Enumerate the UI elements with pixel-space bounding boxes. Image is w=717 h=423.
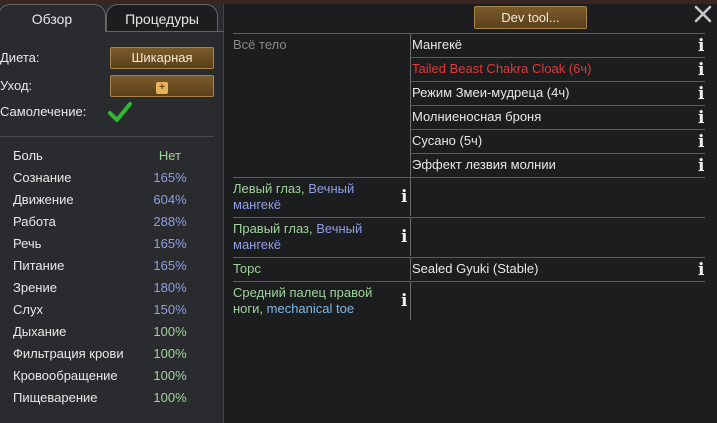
self-treat-label: Самолечение:	[0, 104, 87, 119]
hediff-info-icon[interactable]: i	[698, 62, 704, 79]
left-eye-info-icon[interactable]: i	[401, 189, 407, 206]
capacity-value: 165%	[153, 258, 187, 273]
dev-tool-button[interactable]: Dev tool...	[474, 6, 587, 29]
capacity-value: Нет	[158, 148, 182, 163]
row-divider	[410, 81, 705, 82]
capacity-value: 288%	[153, 214, 187, 229]
capacity-value: 180%	[153, 280, 187, 295]
hediff-info-icon[interactable]: i	[698, 38, 704, 55]
self-treat-checkbox[interactable]	[108, 101, 132, 123]
capacity-name: Сознание	[13, 170, 72, 185]
whole-body-hediff[interactable]: Режим Змеи-мудреца (4ч)	[412, 85, 569, 100]
capacity-value: 100%	[153, 324, 187, 339]
toe-label: Средний палец правой ноги, mechanical to…	[233, 285, 373, 316]
capacity-value: 604%	[153, 192, 187, 207]
column-divider	[410, 282, 411, 320]
capacity-value: 150%	[153, 302, 187, 317]
hediff-info-icon[interactable]: i	[698, 110, 704, 127]
capacity-value: 100%	[153, 346, 187, 361]
capacity-value: 165%	[153, 236, 187, 251]
column-divider	[410, 218, 411, 256]
tab-divider	[106, 31, 224, 32]
care-button[interactable]: +	[110, 75, 214, 97]
row-divider	[410, 57, 705, 58]
section-divider	[0, 136, 214, 137]
whole-body-hediff[interactable]: Tailed Beast Chakra Cloak (6ч)	[412, 61, 591, 76]
column-divider	[410, 34, 411, 178]
torso-label: Торс	[233, 261, 261, 276]
capacity-name: Дыхание	[13, 324, 67, 339]
whole-body-hediff[interactable]: Эффект лезвия молнии	[412, 157, 556, 172]
right-eye-label: Правый глаз, Вечный мангекё	[233, 221, 363, 252]
row-divider	[233, 33, 705, 34]
row-divider	[410, 129, 705, 130]
left-eye-label: Левый глаз, Вечный мангекё	[233, 181, 355, 212]
capacity-name: Движение	[13, 192, 74, 207]
capacity-name: Кровообращение	[13, 368, 118, 383]
row-divider	[233, 177, 705, 178]
care-icon: +	[156, 82, 168, 94]
capacity-name: Слух	[13, 302, 43, 317]
capacity-name: Питание	[13, 258, 65, 273]
close-icon[interactable]	[693, 4, 713, 24]
column-divider	[410, 258, 411, 280]
row-divider	[233, 281, 705, 282]
care-label: Уход:	[0, 78, 33, 93]
capacity-name: Фильтрация крови	[13, 346, 124, 361]
tab-operations[interactable]: Процедуры	[106, 4, 218, 32]
capacity-value: 100%	[153, 390, 187, 405]
capacity-name: Боль	[13, 148, 43, 163]
capacity-name: Работа	[13, 214, 56, 229]
whole-body-hediff[interactable]: Мангекё	[412, 37, 462, 52]
torso-hediff[interactable]: Sealed Gyuki (Stable)	[412, 261, 538, 276]
whole-body-label: Всё тело	[233, 37, 287, 52]
row-divider	[233, 257, 705, 258]
whole-body-hediff[interactable]: Сусано (5ч)	[412, 133, 482, 148]
right-eye-info-icon[interactable]: i	[401, 229, 407, 246]
tab-overview[interactable]: Обзор	[0, 4, 106, 32]
row-divider	[410, 153, 705, 154]
torso-info-icon[interactable]: i	[698, 262, 704, 279]
capacity-value: 165%	[153, 170, 187, 185]
row-divider	[410, 105, 705, 106]
capacity-value: 100%	[153, 368, 187, 383]
row-divider	[233, 217, 705, 218]
diet-label: Диета:	[0, 50, 40, 65]
hediff-info-icon[interactable]: i	[698, 86, 704, 103]
diet-select-button[interactable]: Шикарная	[110, 47, 214, 69]
capacity-name: Зрение	[13, 280, 57, 295]
hediff-info-icon[interactable]: i	[698, 158, 704, 175]
hediff-info-icon[interactable]: i	[698, 134, 704, 151]
overview-panel: Обзор Процедуры Диета: Шикарная Уход: + …	[0, 4, 224, 423]
capacity-name: Пищеварение	[13, 390, 98, 405]
whole-body-hediff[interactable]: Молниеносная броня	[412, 109, 541, 124]
column-divider	[410, 178, 411, 216]
toe-info-icon[interactable]: i	[401, 293, 407, 310]
capacity-name: Речь	[13, 236, 42, 251]
